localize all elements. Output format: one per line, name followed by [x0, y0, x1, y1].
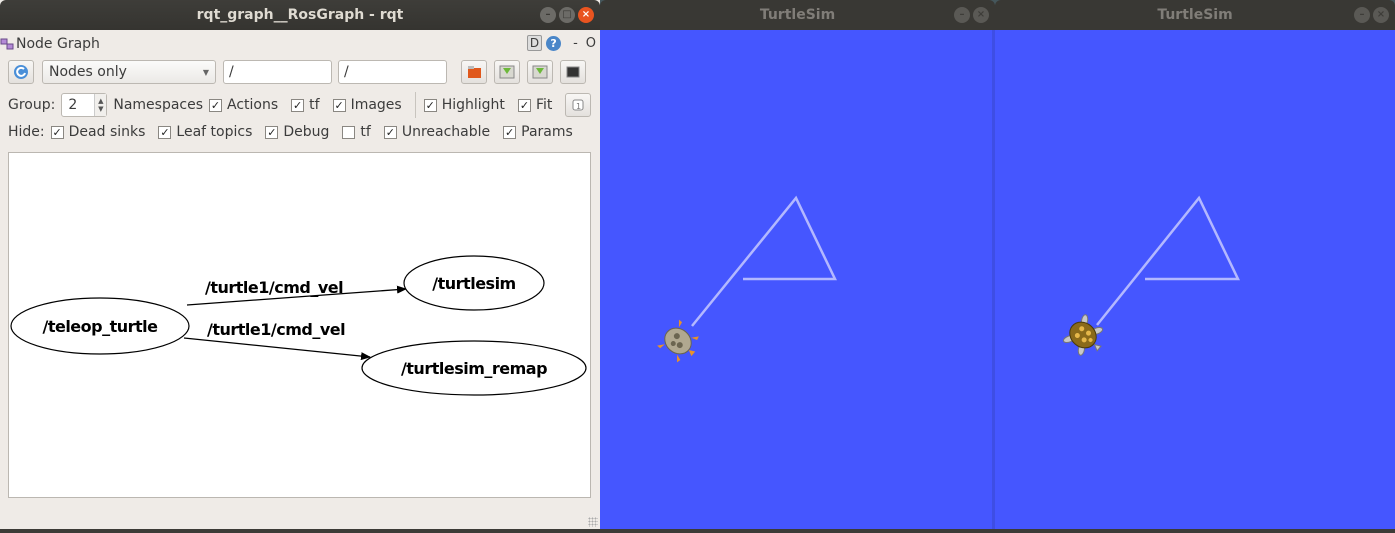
debug-checkbox[interactable]: ✓ Debug	[265, 124, 329, 140]
graph-node[interactable]: /turtlesim_remap	[361, 340, 587, 396]
checkbox-box[interactable]: ✓	[50, 125, 64, 139]
checkbox-box[interactable]: ✓	[517, 98, 531, 112]
images-checkbox[interactable]: ✓ Images	[332, 97, 402, 113]
window-title: rqt_graph__RosGraph - rqt	[196, 7, 404, 23]
node-filter-input[interactable]: /	[223, 60, 332, 84]
node-graph-icon	[0, 37, 14, 51]
checkbox-box[interactable]	[342, 125, 356, 139]
svg-text:1: 1	[576, 102, 581, 111]
params-checkbox[interactable]: ✓ Params	[503, 124, 573, 140]
group-value: 2	[68, 97, 78, 113]
save-dot-button[interactable]	[494, 60, 520, 84]
graph-type-select[interactable]: Nodes only ▼	[42, 60, 216, 84]
dock-d-button[interactable]: D	[526, 35, 543, 51]
turtlesim-titlebar[interactable]: TurtleSim – ×	[995, 0, 1395, 30]
save-icon	[499, 65, 515, 79]
hide-label: Hide:	[8, 124, 45, 140]
fit-in-view-button[interactable]: 1	[565, 93, 592, 117]
graph-node[interactable]: /teleop_turtle	[10, 297, 190, 355]
minimize-button[interactable]: –	[954, 7, 970, 23]
resize-grip[interactable]	[588, 517, 598, 527]
dock-minimize-button[interactable]: -	[573, 36, 578, 51]
dock-close-button[interactable]: O	[586, 36, 596, 51]
pen-trail	[657, 195, 837, 363]
folder-icon	[468, 66, 481, 78]
chevron-up-icon[interactable]: ▲	[98, 97, 103, 105]
dead-sinks-checkbox[interactable]: ✓ Dead sinks	[50, 124, 145, 140]
checkbox-box[interactable]: ✓	[503, 125, 517, 139]
leaf-topics-checkbox[interactable]: ✓ Leaf topics	[158, 124, 252, 140]
turtlesim-window-1: TurtleSim – ×	[600, 0, 995, 529]
unreachable-checkbox[interactable]: ✓ Unreachable	[383, 124, 490, 140]
refresh-icon	[14, 65, 28, 79]
graph-canvas[interactable]: /turtle1/cmd_vel /turtle1/cmd_vel /teleo…	[8, 152, 591, 498]
actions-checkbox[interactable]: ✓ Actions	[209, 97, 278, 113]
chevron-down-icon: ▼	[202, 67, 209, 77]
checkbox-box[interactable]: ✓	[265, 125, 279, 139]
close-button[interactable]: ×	[1373, 7, 1389, 23]
minimize-button[interactable]: –	[1354, 7, 1370, 23]
turtle-canvas	[600, 30, 995, 529]
dock-title-bar: Node Graph	[0, 34, 100, 54]
node-label: /turtlesim_remap	[401, 359, 547, 378]
help-icon[interactable]: ?	[546, 35, 562, 51]
topic-filter-input[interactable]: /	[338, 60, 447, 84]
rqt-titlebar[interactable]: rqt_graph__RosGraph - rqt – □ ×	[0, 0, 600, 30]
namespaces-label: Namespaces	[113, 97, 204, 113]
chevron-down-icon[interactable]: ▼	[98, 105, 103, 113]
node-label: /turtlesim	[432, 274, 515, 293]
turtlesim-titlebar[interactable]: TurtleSim – ×	[600, 0, 995, 30]
turtle-icon	[657, 319, 699, 363]
maximize-button[interactable]: □	[559, 7, 575, 23]
checkbox-box[interactable]: ✓	[291, 98, 305, 112]
load-dot-button[interactable]	[461, 60, 487, 84]
rqt-graph-window: rqt_graph__RosGraph - rqt – □ × Node Gra…	[0, 0, 600, 529]
separator	[414, 92, 416, 118]
save-icon	[532, 65, 548, 79]
graph-edge[interactable]	[183, 337, 371, 361]
checkbox-box[interactable]: ✓	[158, 125, 172, 139]
hide-tf-checkbox[interactable]: tf	[342, 124, 371, 140]
turtle-icon	[1062, 314, 1104, 356]
save-svg-button[interactable]	[527, 60, 553, 84]
group-spinbox[interactable]: 2 ▲ ▼	[61, 93, 108, 117]
fit-checkbox[interactable]: ✓ Fit	[517, 97, 552, 113]
window-title: TurtleSim	[759, 7, 836, 23]
close-button[interactable]: ×	[973, 7, 989, 23]
edge-label[interactable]: /turtle1/cmd_vel	[207, 320, 346, 339]
turtlesim-window-2: TurtleSim – ×	[995, 0, 1395, 529]
fit-view-icon: 1	[572, 99, 584, 111]
checkbox-box[interactable]: ✓	[383, 125, 397, 139]
close-button[interactable]: ×	[578, 7, 594, 23]
save-image-button[interactable]	[560, 60, 586, 84]
highlight-checkbox[interactable]: ✓ Highlight	[423, 97, 505, 113]
pen-trail	[1062, 195, 1240, 356]
graph-node[interactable]: /turtlesim	[403, 255, 545, 311]
checkbox-box[interactable]: ✓	[209, 98, 223, 112]
checkbox-box[interactable]: ✓	[423, 98, 437, 112]
dock-title: Node Graph	[16, 36, 100, 52]
refresh-button[interactable]	[8, 60, 34, 84]
screen-icon	[566, 66, 580, 78]
checkbox-box[interactable]: ✓	[332, 98, 346, 112]
group-label: Group:	[8, 97, 56, 113]
graph-type-value: Nodes only	[49, 64, 127, 80]
window-title: TurtleSim	[1157, 7, 1233, 23]
node-label: /teleop_turtle	[42, 317, 158, 336]
tf-checkbox[interactable]: ✓ tf	[291, 97, 320, 113]
turtle-canvas	[995, 30, 1395, 529]
edge-label[interactable]: /turtle1/cmd_vel	[205, 278, 344, 297]
minimize-button[interactable]: –	[540, 7, 556, 23]
